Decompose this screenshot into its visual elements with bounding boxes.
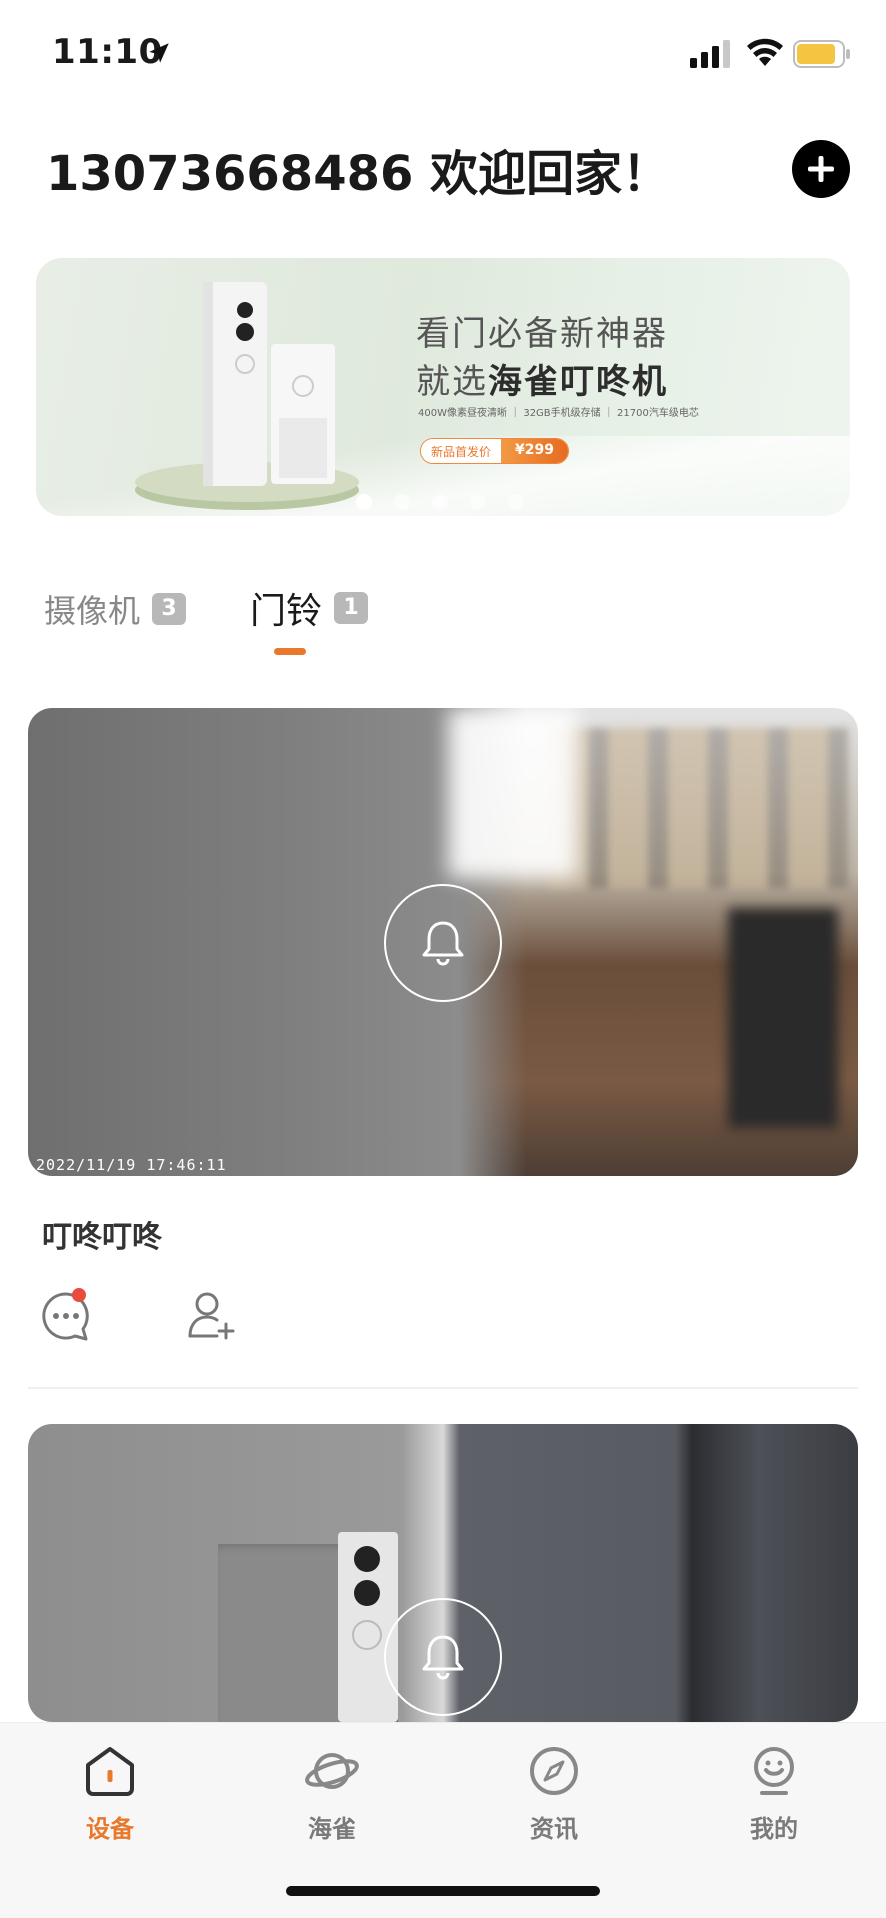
cellular-signal-icon <box>690 40 730 68</box>
preview-doorbell-button <box>352 1620 382 1650</box>
location-arrow-icon <box>149 43 169 63</box>
status-bar: 11:10 <box>0 0 886 108</box>
welcome-greeting: 13073668486 欢迎回家！ <box>46 146 671 202</box>
bell-icon <box>422 921 464 966</box>
promo-banner[interactable]: 看门必备新神器 就选海雀叮咚机 400W像素昼夜清晰 ｜ 32GB手机级存储 ｜… <box>36 258 850 516</box>
device-name: 叮咚叮咚 <box>42 1220 162 1255</box>
tab-cameras[interactable]: 摄像机 3 <box>44 586 187 632</box>
tab-count-badge: 1 <box>334 592 369 624</box>
add-device-button[interactable] <box>792 140 850 198</box>
nav-profile[interactable]: 我的 <box>714 1743 834 1844</box>
plus-icon <box>808 156 834 182</box>
banner-dot[interactable] <box>394 494 410 510</box>
ring-bell-button[interactable] <box>384 1598 502 1716</box>
banner-dot[interactable] <box>432 494 448 510</box>
doorbell-live-preview[interactable]: 2022/11/19 17:46:11 <box>28 708 858 1176</box>
banner-title-prefix: 就选 <box>416 362 488 402</box>
unread-badge <box>72 1288 86 1302</box>
nav-label: 海雀 <box>308 1815 356 1843</box>
tab-count-badge: 3 <box>152 593 187 625</box>
snapshot-timestamp: 2022/11/19 17:46:11 <box>36 1156 227 1174</box>
preview-glare <box>448 708 578 878</box>
wifi-icon <box>747 38 783 66</box>
doorbell-product-image <box>135 282 359 510</box>
banner-dot[interactable] <box>470 494 486 510</box>
tab-label: 门铃 <box>250 591 323 632</box>
tab-label: 摄像机 <box>44 592 141 630</box>
banner-product-name: 海雀叮咚机 <box>488 362 668 402</box>
ring-bell-button[interactable] <box>384 884 502 1002</box>
home-indicator <box>286 1886 600 1896</box>
tab-doorbells[interactable]: 门铃 1 <box>250 582 369 634</box>
preview-background <box>548 728 848 888</box>
nav-news[interactable]: 资讯 <box>494 1743 614 1844</box>
preview-shadow <box>728 908 838 1128</box>
profile-icon <box>754 1747 794 1795</box>
price-label: 新品首发价 <box>421 439 502 463</box>
banner-specs: 400W像素昼夜清晰 ｜ 32GB手机级存储 ｜ 21700汽车级电芯 <box>418 408 699 419</box>
nav-label: 我的 <box>750 1815 798 1843</box>
preview-camera-lens <box>354 1580 380 1606</box>
add-user-icon[interactable] <box>186 1290 236 1340</box>
banner-page-dots <box>356 494 524 510</box>
nav-label: 设备 <box>86 1815 134 1843</box>
price-value: ¥299 <box>501 439 568 463</box>
nav-label: 资讯 <box>530 1815 578 1843</box>
card-divider <box>28 1387 858 1389</box>
banner-title-line2: 就选海雀叮咚机 <box>416 354 668 403</box>
planet-icon <box>305 1753 359 1789</box>
active-tab-indicator <box>274 648 306 655</box>
nav-haique[interactable]: 海雀 <box>272 1743 392 1844</box>
nav-devices[interactable]: 设备 <box>50 1743 170 1844</box>
banner-dot[interactable] <box>356 494 372 510</box>
banner-dot[interactable] <box>508 494 524 510</box>
doorbell-live-preview[interactable] <box>28 1424 858 1722</box>
battery-icon <box>793 40 850 68</box>
compass-icon <box>530 1747 578 1795</box>
banner-title-line1: 看门必备新神器 <box>416 314 668 354</box>
bell-icon <box>422 1635 464 1680</box>
preview-camera-lens <box>354 1546 380 1572</box>
banner-price-tag: 新品首发价 ¥299 <box>420 438 569 464</box>
home-icon <box>86 1747 134 1796</box>
